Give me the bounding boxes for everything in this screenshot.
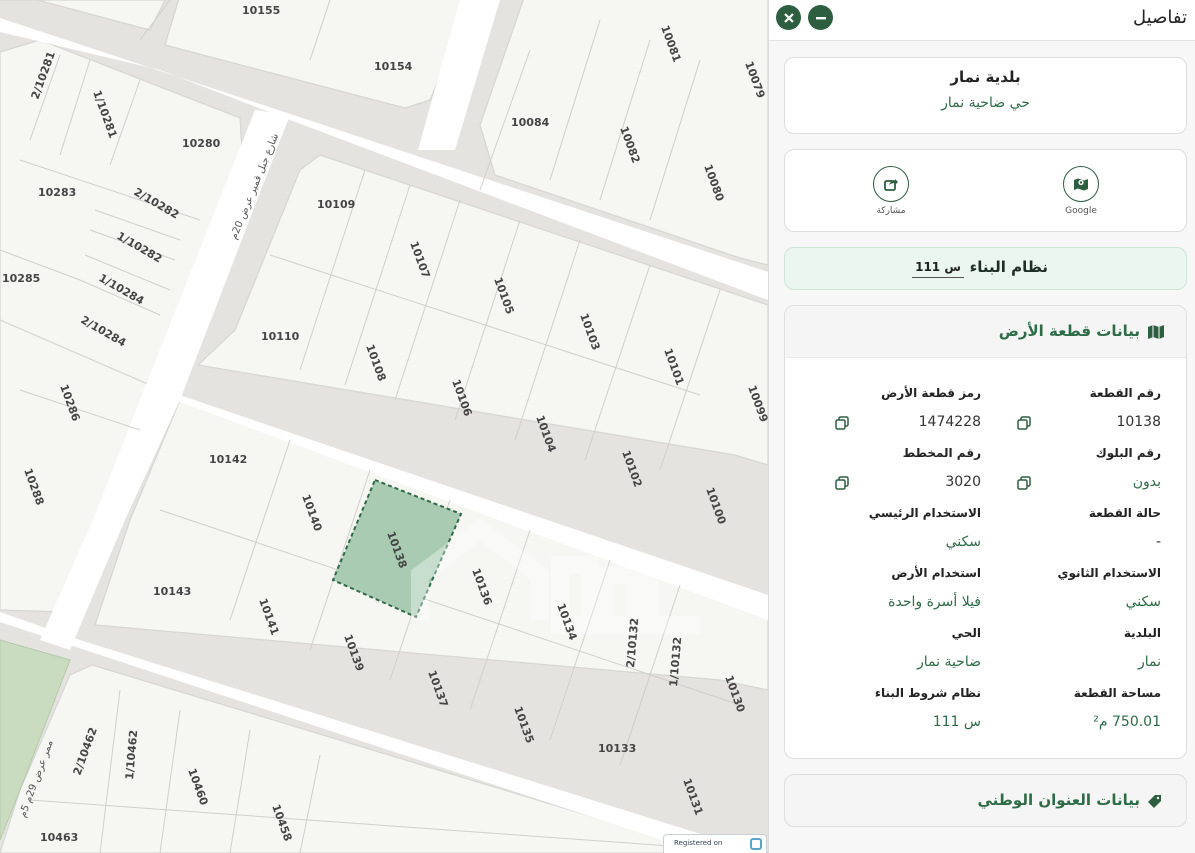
main-use-label: الاستخدام الرئيسي — [868, 506, 981, 520]
land-details-header[interactable]: بيانات قطعة الأرض — [785, 306, 1186, 358]
share-icon — [884, 179, 898, 191]
map-canvas[interactable]: 10155 10154 10280 10283 10285 10109 1011… — [0, 0, 768, 853]
municipality-title: بلدية نمار — [950, 68, 1021, 86]
national-address-card[interactable]: بيانات العنوان الوطني — [784, 774, 1187, 827]
google-maps-button[interactable]: Google — [1051, 166, 1111, 216]
copy-icon — [835, 416, 849, 430]
map-view[interactable]: 10155 10154 10280 10283 10285 10109 1011… — [0, 0, 768, 853]
details-panel: تفاصيل بلدية نمار حي ضاحية نمار Google م… — [768, 0, 1195, 853]
plot-label: 10285 — [2, 272, 40, 285]
secondary-use-value: سكني — [1125, 594, 1161, 610]
building-system-value: س 111 — [912, 260, 964, 278]
share-button[interactable]: مشاركة — [861, 166, 921, 216]
plot-label: 10155 — [242, 4, 280, 17]
plan-number-value: 3020 — [945, 474, 981, 490]
copy-plan-number-button[interactable] — [835, 475, 849, 490]
copy-block-number-button[interactable] — [1017, 475, 1031, 490]
plot-label: 10133 — [598, 742, 636, 755]
google-label: Google — [1065, 206, 1097, 216]
copy-icon — [835, 476, 849, 490]
share-label: مشاركة — [876, 206, 906, 216]
plan-number-label: رقم المخطط — [902, 446, 981, 460]
building-conditions-label: نظام شروط البناء — [874, 686, 981, 700]
land-use-label: استخدام الأرض — [891, 566, 981, 580]
plot-area-value: 750.01 م² — [1093, 714, 1161, 730]
copy-icon — [1017, 416, 1031, 430]
district-label: الحي — [951, 626, 981, 640]
registered-badge-text: Registered on — [674, 839, 723, 847]
minimize-button[interactable] — [808, 5, 833, 30]
copy-icon — [1017, 476, 1031, 490]
plot-code-value: 1474228 — [918, 414, 981, 430]
panel-title: تفاصيل — [1133, 7, 1187, 28]
plot-label: 10463 — [40, 831, 78, 844]
land-use-value: فيلا أسرة واحدة — [888, 594, 981, 610]
secondary-use-label: الاستخدام الثانوي — [1057, 566, 1161, 580]
plot-label: 10142 — [209, 453, 247, 466]
copy-plot-number-button[interactable] — [1017, 415, 1031, 430]
plot-label: 10154 — [374, 60, 413, 73]
building-conditions-value: س 111 — [932, 714, 981, 730]
tag-icon — [1148, 795, 1161, 808]
actions-card: Google مشاركة — [784, 149, 1187, 232]
location-card: بلدية نمار حي ضاحية نمار — [784, 57, 1187, 134]
plot-label: 10110 — [261, 330, 300, 343]
map-icon — [1148, 325, 1164, 339]
close-button[interactable] — [776, 5, 801, 30]
district-value: ضاحية نمار — [916, 654, 981, 670]
close-icon — [783, 12, 794, 23]
district-title: حي ضاحية نمار — [941, 95, 1030, 111]
plot-status-label: حالة القطعة — [1088, 506, 1161, 520]
plot-number-label: رقم القطعة — [1089, 386, 1161, 400]
block-number-value: بدون — [1132, 474, 1161, 490]
plot-label: 10283 — [38, 186, 76, 199]
national-address-title: بيانات العنوان الوطني — [977, 791, 1141, 809]
plot-label: 10084 — [511, 116, 550, 129]
registered-badge[interactable]: Registered on — [663, 834, 767, 853]
building-system-label: نظام البناء — [969, 258, 1048, 276]
plot-label: 10143 — [153, 585, 191, 598]
land-details-title: بيانات قطعة الأرض — [998, 322, 1140, 340]
block-number-label: رقم البلوك — [1095, 446, 1161, 460]
land-details-card: بيانات قطعة الأرض رقم القطعة رمز قطعة ال… — [784, 305, 1187, 759]
plot-code-label: رمز قطعة الأرض — [881, 386, 981, 400]
panel-header: تفاصيل — [769, 0, 1195, 41]
share-circle — [873, 166, 909, 202]
plot-label: 10109 — [317, 198, 355, 211]
minus-icon — [815, 16, 826, 19]
registration-mark-icon — [750, 838, 762, 850]
municipality-value: نمار — [1137, 654, 1161, 670]
map-pin-icon — [1074, 178, 1088, 191]
google-maps-circle — [1063, 166, 1099, 202]
building-system-card: نظام البناء س 111 — [784, 247, 1187, 290]
plot-area-label: مساحة القطعة — [1073, 686, 1161, 700]
plot-number-value: 10138 — [1116, 414, 1161, 430]
municipality-label: البلدية — [1123, 626, 1161, 640]
copy-plot-code-button[interactable] — [835, 415, 849, 430]
plot-status-value: - — [1155, 534, 1161, 550]
plot-label: 10280 — [182, 137, 221, 150]
main-use-value: سكني — [945, 534, 981, 550]
